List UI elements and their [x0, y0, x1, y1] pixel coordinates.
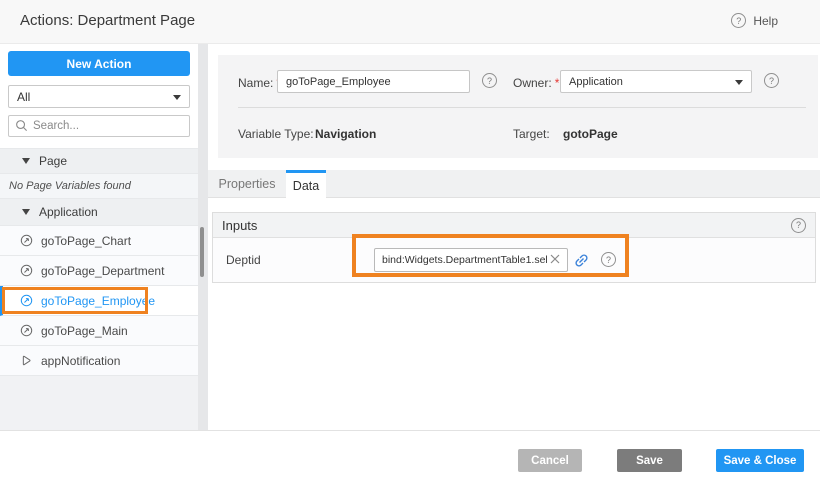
name-label: Name:* — [238, 76, 281, 90]
save-button[interactable]: Save — [617, 449, 682, 472]
card-divider — [238, 107, 806, 108]
sidebar-section-page[interactable]: Page — [0, 148, 198, 174]
filter-select[interactable]: All — [8, 85, 190, 108]
sidebar-item-gotopage-employee[interactable]: goToPage_Employee — [0, 286, 198, 316]
sidebar-item-gotopage-department[interactable]: goToPage_Department — [0, 256, 198, 286]
variable-type-value: Navigation — [315, 127, 376, 141]
sidebar-scrollbar-track — [198, 44, 208, 430]
input-row-deptid: Deptid — [213, 238, 815, 282]
chevron-down-icon — [173, 95, 181, 100]
search-input[interactable] — [8, 115, 190, 137]
notification-icon — [20, 354, 33, 367]
navigation-icon — [20, 264, 33, 277]
sidebar-item-label: goToPage_Employee — [41, 294, 155, 308]
deptid-bind-input[interactable] — [374, 248, 568, 272]
chevron-down-icon — [735, 80, 743, 85]
page-title: Actions: Department Page — [20, 12, 195, 29]
dialog-footer: Cancel Save Save & Close — [0, 430, 820, 488]
deptid-help-icon[interactable] — [601, 252, 616, 267]
action-detail-panel: Name:* Owner:* Application Variable Type… — [208, 44, 820, 430]
inputs-section: Inputs Deptid — [212, 212, 816, 283]
variables-sidebar: New Action All Page No Page Variables fo… — [0, 44, 198, 430]
sidebar-item-appnotification[interactable]: appNotification — [0, 346, 198, 376]
action-summary-card: Name:* Owner:* Application Variable Type… — [218, 55, 818, 158]
inputs-section-header: Inputs — [213, 213, 815, 238]
clear-binding-icon[interactable] — [549, 253, 561, 265]
deptid-label: Deptid — [226, 253, 261, 267]
owner-select-value: Application — [569, 76, 623, 88]
bind-link-icon[interactable] — [573, 252, 590, 269]
tab-data[interactable]: Data — [286, 170, 326, 199]
sidebar-filler — [0, 376, 198, 430]
sidebar-section-application[interactable]: Application — [0, 199, 198, 226]
save-and-close-button[interactable]: Save & Close — [716, 449, 804, 472]
search-icon — [15, 119, 28, 137]
inputs-help-icon[interactable] — [791, 218, 806, 233]
cancel-button[interactable]: Cancel — [518, 449, 582, 472]
name-input[interactable] — [277, 70, 470, 93]
section-label: Application — [39, 205, 98, 219]
help-icon — [731, 13, 746, 28]
name-help-icon[interactable] — [482, 73, 497, 88]
collapse-triangle-icon — [22, 209, 30, 215]
navigation-icon — [20, 324, 33, 337]
owner-select[interactable]: Application — [560, 70, 752, 93]
sidebar-item-gotopage-main[interactable]: goToPage_Main — [0, 316, 198, 346]
target-value: gotoPage — [563, 127, 618, 141]
target-label: Target: — [513, 127, 550, 141]
variable-type-label: Variable Type: — [238, 127, 314, 141]
collapse-triangle-icon — [22, 158, 30, 164]
tab-properties[interactable]: Properties — [214, 170, 280, 198]
required-marker: * — [555, 76, 560, 90]
new-action-button[interactable]: New Action — [8, 51, 190, 76]
sidebar-item-label: goToPage_Department — [41, 264, 164, 278]
owner-help-icon[interactable] — [764, 73, 779, 88]
sidebar-item-label: goToPage_Main — [41, 324, 128, 338]
dialog-header: Actions: Department Page Help — [0, 0, 820, 44]
navigation-icon — [20, 234, 33, 247]
detail-tabbar: Properties Data — [208, 170, 820, 198]
sidebar-item-label: appNotification — [41, 354, 120, 368]
section-label: Page — [39, 154, 67, 168]
sidebar-scrollbar-thumb[interactable] — [200, 227, 204, 277]
sidebar-item-gotopage-chart[interactable]: goToPage_Chart — [0, 226, 198, 256]
inputs-title: Inputs — [222, 218, 257, 233]
help-label: Help — [753, 14, 778, 28]
filter-select-value: All — [17, 90, 30, 104]
search-box — [8, 115, 190, 137]
help-button[interactable]: Help — [731, 13, 778, 28]
navigation-icon — [20, 294, 33, 307]
page-empty-message: No Page Variables found — [0, 174, 198, 199]
sidebar-item-label: goToPage_Chart — [41, 234, 131, 248]
actions-dialog: Actions: Department Page Help New Action… — [0, 0, 820, 488]
owner-label: Owner:* — [513, 76, 559, 90]
